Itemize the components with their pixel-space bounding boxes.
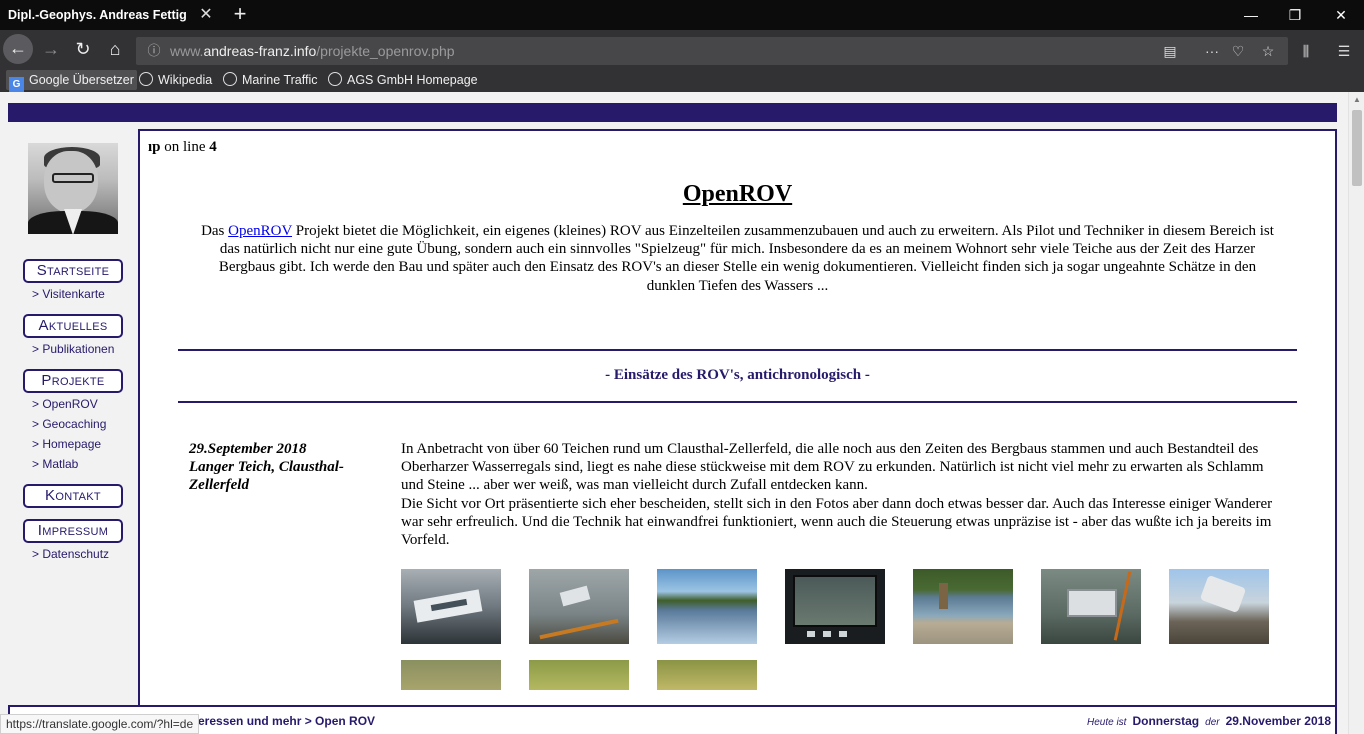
entry-date-place: 29.September 2018 Langer Teich, Claustha… bbox=[189, 440, 379, 494]
bookmark-google-translate[interactable]: G Google Übersetzer bbox=[6, 70, 137, 92]
photo-thumbnail[interactable] bbox=[401, 660, 501, 690]
photo-thumbnail[interactable] bbox=[913, 569, 1013, 644]
footer-bar: eressen und mehr > Open ROV Heute ist Don… bbox=[8, 705, 1337, 734]
google-translate-icon: G bbox=[9, 77, 24, 92]
section-heading: - Einsätze des ROV's, antichronologisch … bbox=[605, 367, 870, 383]
minimize-icon[interactable]: — bbox=[1228, 0, 1274, 30]
tab-close-icon[interactable]: ✕ bbox=[196, 0, 216, 30]
intro-paragraph: Das OpenROV Projekt bietet die Möglichke… bbox=[201, 223, 1274, 294]
photo-thumbnail[interactable] bbox=[1169, 569, 1269, 644]
photo-thumbnail[interactable] bbox=[657, 660, 757, 690]
tab-title: Dipl.-Geophys. Andreas Fettig bbox=[8, 8, 187, 22]
bookmark-marine-traffic[interactable]: Marine Traffic bbox=[220, 70, 321, 90]
link-status-bar: https://translate.google.com/?hl=de bbox=[0, 714, 200, 734]
new-tab-icon[interactable]: + bbox=[228, 0, 252, 30]
current-date: Heute ist Donnerstag der 29.November 2018 bbox=[1086, 714, 1331, 728]
entry-place: Langer Teich, Clausthal-Zellerfeld bbox=[189, 459, 344, 493]
menu-projekte[interactable]: Projekte bbox=[23, 369, 123, 393]
home-icon[interactable]: ⌂ bbox=[100, 34, 130, 64]
entry-text-paragraph-2: Die Sicht vor Ort präsentierte sich eher… bbox=[401, 495, 1273, 549]
entry-date: 29.September 2018 bbox=[189, 441, 307, 457]
page-title: OpenROV bbox=[682, 181, 793, 207]
top-banner-bar bbox=[8, 103, 1337, 122]
menu-kontakt[interactable]: Kontakt bbox=[23, 484, 123, 508]
back-arrow-icon[interactable]: ← bbox=[3, 34, 33, 64]
openrov-link[interactable]: OpenROV bbox=[228, 223, 292, 239]
photo-thumbnail[interactable] bbox=[1041, 569, 1141, 644]
entry-text: In Anbetracht von über 60 Teichen rund u… bbox=[401, 440, 1281, 549]
submenu-matlab[interactable]: > Matlab bbox=[32, 455, 78, 473]
menu-aktuelles[interactable]: Aktuelles bbox=[23, 314, 123, 338]
url-host: andreas-franz.info bbox=[203, 43, 317, 59]
bookmark-wikipedia[interactable]: Wikipedia bbox=[136, 70, 215, 90]
photo-thumbnail[interactable] bbox=[529, 569, 629, 644]
main-content: ıp on line 4 OpenROV Das OpenROV Projekt… bbox=[138, 129, 1337, 734]
bookmark-ags-homepage[interactable]: AGS GmbH Homepage bbox=[325, 70, 481, 90]
active-tab[interactable]: Dipl.-Geophys. Andreas Fettig bbox=[0, 0, 224, 30]
url-path: /projekte_openrov.php bbox=[316, 43, 455, 59]
photo-thumbnail[interactable] bbox=[657, 569, 757, 644]
submenu-datenschutz[interactable]: > Datenschutz bbox=[32, 545, 109, 563]
photo-thumbnail[interactable] bbox=[401, 569, 501, 644]
url-text[interactable]: www.andreas-franz.info/projekte_openrov.… bbox=[170, 37, 455, 65]
submenu-visitenkarte[interactable]: > Visitenkarte bbox=[32, 285, 105, 303]
submenu-openrov[interactable]: > OpenROV bbox=[32, 395, 98, 413]
menu-impressum[interactable]: Impressum bbox=[23, 519, 123, 543]
reader-view-icon[interactable]: ▤ bbox=[1160, 42, 1180, 60]
weekday: Donnerstag bbox=[1132, 714, 1200, 728]
web-page: Startseite > Visitenkarte Aktuelles > Pu… bbox=[0, 92, 1348, 734]
php-error-notice: ıp on line 4 bbox=[148, 139, 217, 155]
forward-arrow-icon[interactable]: → bbox=[36, 34, 66, 64]
tab-bar: Dipl.-Geophys. Andreas Fettig ✕ + — ❐ ✕ bbox=[0, 0, 1364, 30]
profile-photo bbox=[28, 143, 118, 234]
url-bar[interactable]: ⓘ www.andreas-franz.info/projekte_openro… bbox=[136, 37, 1288, 65]
menu-hamburger-icon[interactable]: ☰ bbox=[1334, 42, 1354, 60]
divider-bottom bbox=[178, 401, 1297, 403]
globe-icon bbox=[139, 72, 153, 86]
date: 29.November 2018 bbox=[1225, 714, 1331, 728]
more-actions-icon[interactable]: ··· bbox=[1202, 42, 1222, 60]
reload-icon[interactable]: ↻ bbox=[68, 34, 98, 64]
library-icon[interactable]: ⫼ bbox=[1296, 42, 1316, 60]
photo-thumbnail[interactable] bbox=[785, 569, 885, 644]
vertical-scrollbar[interactable]: ▲ bbox=[1348, 92, 1364, 734]
globe-icon bbox=[223, 72, 237, 86]
pocket-icon[interactable]: ♡ bbox=[1228, 42, 1248, 60]
restore-icon[interactable]: ❐ bbox=[1272, 0, 1318, 30]
submenu-geocaching[interactable]: > Geocaching bbox=[32, 415, 106, 433]
menu-startseite[interactable]: Startseite bbox=[23, 259, 123, 283]
breadcrumb[interactable]: eressen und mehr > Open ROV bbox=[198, 714, 375, 728]
submenu-publikationen[interactable]: > Publikationen bbox=[32, 340, 114, 358]
photo-thumbnail[interactable] bbox=[529, 660, 629, 690]
bookmarks-bar: G Google Übersetzer Wikipedia Marine Traf… bbox=[0, 68, 1364, 92]
bookmark-star-icon[interactable]: ☆ bbox=[1258, 42, 1278, 60]
scroll-up-arrow-icon[interactable]: ▲ bbox=[1349, 92, 1364, 108]
globe-icon bbox=[328, 72, 342, 86]
info-icon[interactable]: ⓘ bbox=[144, 41, 164, 61]
close-window-icon[interactable]: ✕ bbox=[1318, 0, 1364, 30]
submenu-homepage[interactable]: > Homepage bbox=[32, 435, 101, 453]
entry-text-paragraph-1: In Anbetracht von über 60 Teichen rund u… bbox=[401, 441, 1264, 494]
scrollbar-thumb[interactable] bbox=[1352, 110, 1362, 186]
divider-top bbox=[178, 349, 1297, 351]
